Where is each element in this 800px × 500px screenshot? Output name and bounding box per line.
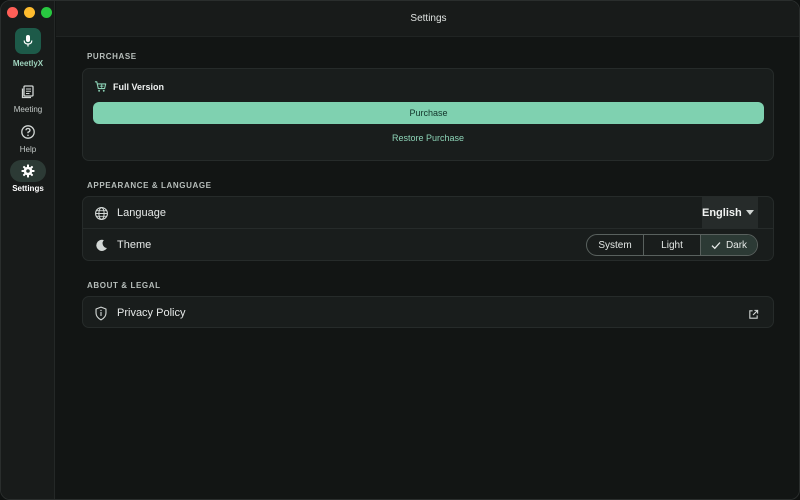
shield-icon [93, 305, 109, 321]
theme-option-label: System [598, 239, 632, 251]
language-value: English [702, 206, 742, 219]
gear-icon [10, 160, 46, 182]
restore-purchase-link[interactable]: Restore Purchase [83, 133, 773, 143]
section-title-about: ABOUT & LEGAL [87, 281, 161, 290]
sidebar-item-meeting[interactable]: Meeting [1, 81, 55, 114]
language-row: Language English [83, 197, 773, 229]
theme-row: Theme System Light Dark [83, 229, 773, 261]
privacy-policy-label: Privacy Policy [117, 307, 186, 319]
sidebar: MeetlyX Meeting Help Settings [1, 1, 55, 499]
app-window: MeetlyX Meeting Help Settings Settings P… [0, 0, 800, 500]
window-title: Settings [410, 13, 447, 24]
sidebar-item-help[interactable]: Help [1, 121, 55, 154]
main-content: Settings PURCHASE Full Version Purchase … [56, 1, 799, 499]
window-controls [7, 7, 52, 18]
theme-option-label: Dark [725, 239, 748, 251]
purchase-button[interactable]: Purchase [93, 102, 764, 124]
sidebar-item-label: Meeting [13, 105, 43, 114]
theme-option-system[interactable]: System [587, 235, 644, 255]
theme-option-label: Light [661, 239, 683, 251]
zoom-window-button[interactable] [41, 7, 52, 18]
language-select[interactable]: English [702, 197, 758, 228]
caret-down-icon [746, 210, 754, 215]
product-name: Full Version [113, 81, 165, 92]
cart-icon [94, 80, 107, 93]
appearance-card: Language English Theme System Light Dark [82, 196, 774, 261]
document-stack-icon [10, 81, 46, 103]
about-card: Privacy Policy [82, 296, 774, 328]
minimize-window-button[interactable] [24, 7, 35, 18]
external-link-icon[interactable] [748, 307, 759, 325]
theme-segmented-control: System Light Dark [586, 234, 758, 256]
sidebar-item-label: Settings [12, 184, 44, 193]
title-bar: Settings [56, 1, 799, 37]
close-window-button[interactable] [7, 7, 18, 18]
section-title-appearance: APPEARANCE & LANGUAGE [87, 181, 212, 190]
sidebar-item-label: Help [19, 145, 37, 154]
globe-icon [93, 205, 109, 221]
theme-option-dark[interactable]: Dark [701, 235, 757, 255]
language-label: Language [117, 207, 166, 219]
brand: MeetlyX [1, 28, 55, 68]
section-title-purchase: PURCHASE [87, 52, 137, 61]
privacy-policy-row[interactable]: Privacy Policy [83, 297, 773, 329]
sidebar-item-settings[interactable]: Settings [1, 160, 55, 193]
product-header: Full Version [94, 80, 164, 93]
theme-label: Theme [117, 239, 152, 251]
purchase-card: Full Version Purchase Restore Purchase [82, 68, 774, 161]
theme-option-light[interactable]: Light [644, 235, 701, 255]
moon-icon [93, 237, 109, 253]
checkmark-icon [711, 241, 721, 250]
brand-name: MeetlyX [12, 59, 44, 68]
question-circle-icon [10, 121, 46, 143]
microphone-icon [15, 28, 41, 54]
